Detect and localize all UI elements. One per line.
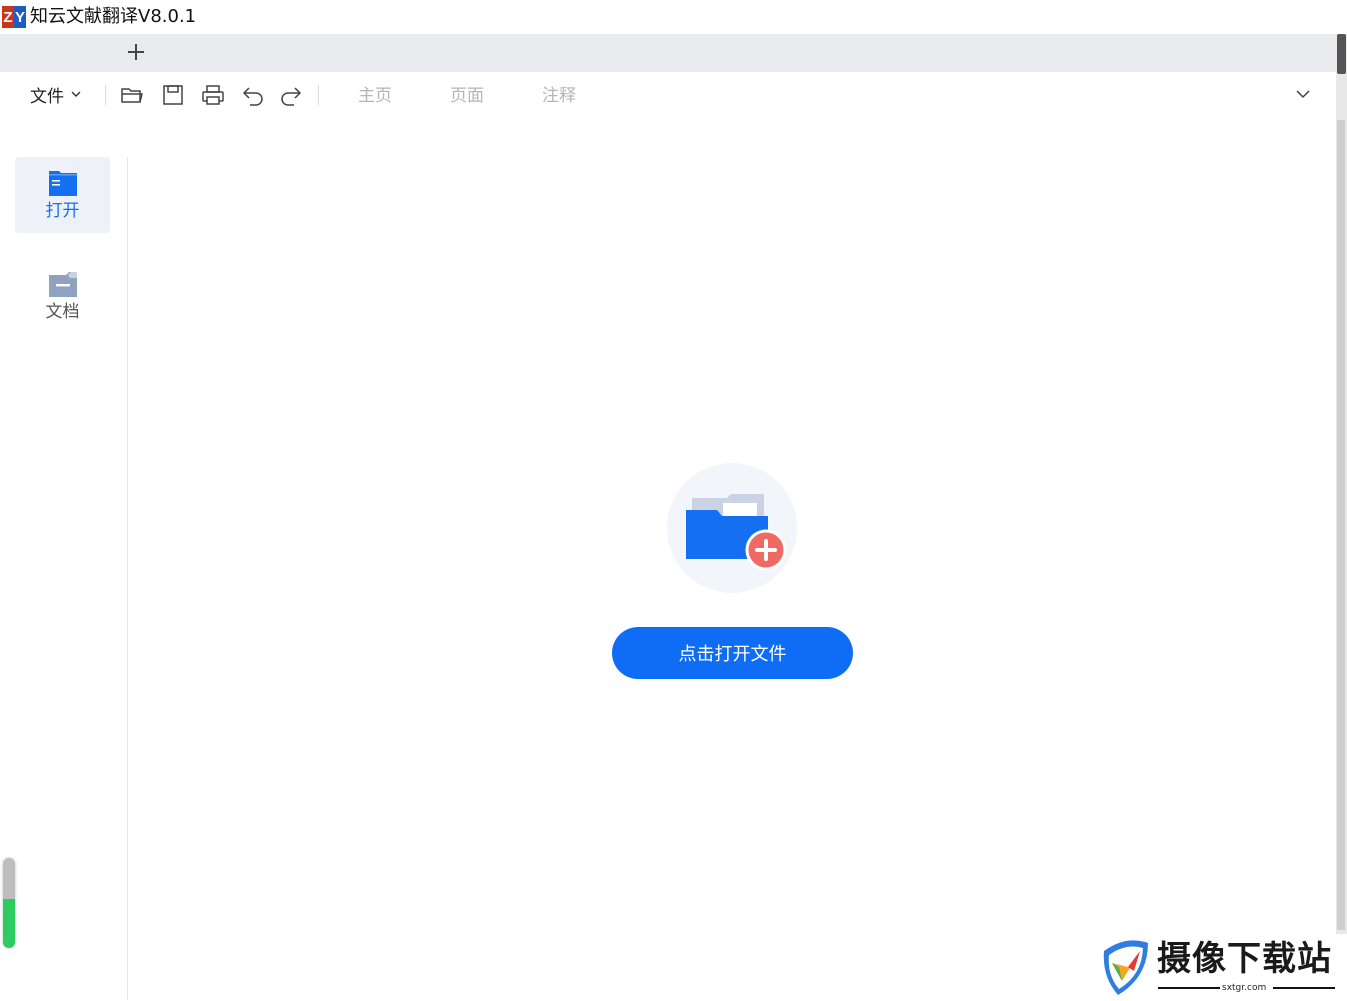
- watermark-text: 摄像下载站: [1157, 939, 1332, 979]
- sidebar-item-open[interactable]: 打开: [15, 157, 110, 233]
- undo-button[interactable]: [241, 83, 265, 107]
- folder-open-icon: [121, 88, 143, 103]
- sidebar-item-label: 打开: [45, 201, 80, 221]
- print-icon: [202, 85, 224, 105]
- sidebar-divider: [127, 157, 128, 1000]
- chevron-down-icon: [1296, 90, 1310, 99]
- tab-page[interactable]: 页面: [450, 84, 484, 108]
- title-bar: [0, 0, 1347, 34]
- document-icon: [48, 272, 77, 297]
- print-button[interactable]: [201, 83, 225, 107]
- shield-logo-icon: [1103, 940, 1148, 995]
- chevron-down-icon: [71, 91, 81, 97]
- redo-button[interactable]: [279, 83, 303, 107]
- new-tab-button[interactable]: [124, 40, 148, 64]
- app-logo: Z Y: [2, 6, 26, 28]
- save-icon: [163, 85, 183, 105]
- folder-icon: [48, 171, 77, 196]
- plus-icon: [128, 44, 144, 60]
- sidebar-item-documents[interactable]: 文档: [15, 259, 110, 335]
- scrollbar-track: [1337, 120, 1345, 930]
- tab-home[interactable]: 主页: [358, 84, 392, 108]
- logo-letter-y: Y: [14, 6, 26, 28]
- empty-state-illustration: [667, 463, 797, 593]
- file-menu-label: 文件: [30, 86, 64, 107]
- ribbon-collapse-button[interactable]: [1292, 83, 1314, 105]
- watermark-rule: [1273, 987, 1335, 989]
- sidebar-item-label: 文档: [45, 302, 80, 322]
- undo-icon: [242, 87, 263, 106]
- toolbar-divider: [318, 85, 319, 105]
- open-folder-button[interactable]: [120, 83, 144, 107]
- watermark-logo: [1100, 937, 1152, 997]
- left-sidebar: [0, 118, 127, 1000]
- watermark-rule: [1158, 987, 1220, 989]
- window-title: 知云文献翻译V8.0.1: [30, 6, 197, 27]
- tab-annotation[interactable]: 注释: [542, 84, 576, 108]
- watermark-url: sxtgr.com: [1222, 983, 1267, 993]
- scrollbar-thumb[interactable]: [1337, 34, 1346, 74]
- file-menu-button[interactable]: 文件: [30, 82, 82, 107]
- save-button[interactable]: [161, 83, 185, 107]
- tab-strip: [0, 34, 1336, 72]
- redo-icon: [281, 87, 302, 106]
- open-file-button[interactable]: 点击打开文件: [612, 627, 853, 679]
- folder-add-icon: [686, 494, 787, 571]
- toolbar-divider: [105, 85, 106, 105]
- logo-letter-z: Z: [2, 6, 14, 28]
- progress-meter-fill: [3, 898, 15, 948]
- progress-meter: [3, 858, 15, 948]
